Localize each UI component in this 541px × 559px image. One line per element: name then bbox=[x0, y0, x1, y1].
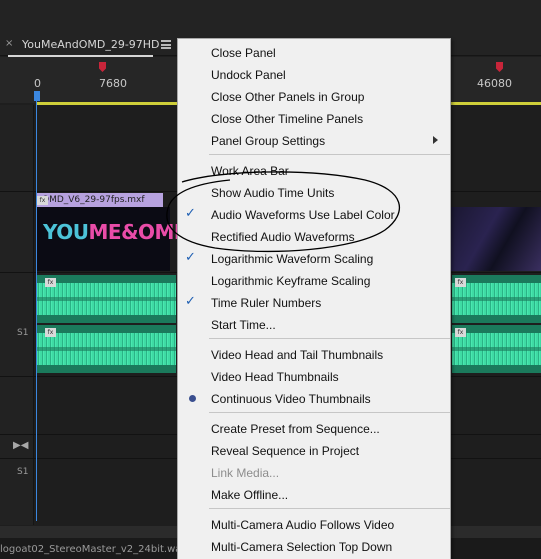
menu-item-panel-group-settings[interactable]: Panel Group Settings bbox=[178, 129, 450, 151]
fx-badge-icon: fx bbox=[45, 278, 56, 287]
playhead-handle[interactable] bbox=[34, 91, 40, 101]
menu-item-make-offline[interactable]: Make Offline... bbox=[178, 483, 450, 505]
ruler-label-0: 0 bbox=[34, 77, 41, 90]
menu-separator bbox=[209, 412, 450, 413]
audio-waveform bbox=[452, 283, 541, 315]
menu-item-label: Multi-Camera Selection Top Down bbox=[211, 540, 393, 554]
menu-item-label: Time Ruler Numbers bbox=[211, 296, 322, 310]
menu-item-label: Close Other Timeline Panels bbox=[211, 112, 364, 126]
logo-part-a: YOU bbox=[43, 220, 89, 244]
window-top-bar bbox=[0, 0, 541, 34]
menu-item-close-panel[interactable]: Close Panel bbox=[178, 41, 450, 63]
menu-separator bbox=[209, 508, 450, 509]
fx-badge-icon: fx bbox=[45, 328, 56, 337]
menu-item-video-head-and-tail-thumbnails[interactable]: Video Head and Tail Thumbnails bbox=[178, 343, 450, 365]
menu-item-label: Make Offline... bbox=[211, 488, 289, 502]
menu-item-label: Panel Group Settings bbox=[211, 134, 326, 148]
menu-item-link-media: Link Media... bbox=[178, 461, 450, 483]
track-headers bbox=[0, 105, 34, 525]
sequence-tab-title[interactable]: YouMeAndOMD_29-97HD bbox=[22, 38, 160, 52]
fx-badge-icon: fx bbox=[455, 278, 466, 287]
menu-item-time-ruler-numbers[interactable]: ✓ Time Ruler Numbers bbox=[178, 291, 450, 313]
fx-badge-icon: fx bbox=[455, 328, 466, 337]
ruler-label-2: 46080 bbox=[477, 77, 512, 90]
clip-filename-text: logoat02_StereoMaster_v2_24bit.wa bbox=[0, 544, 182, 555]
menu-item-multi-camera-selection-top-down[interactable]: Multi-Camera Selection Top Down bbox=[178, 535, 450, 557]
menu-item-label: Create Preset from Sequence... bbox=[211, 422, 380, 436]
menu-item-create-preset-from-sequence[interactable]: Create Preset from Sequence... bbox=[178, 417, 450, 439]
audio-clip[interactable] bbox=[36, 275, 176, 323]
menu-item-logarithmic-keyframe-scaling[interactable]: Logarithmic Keyframe Scaling bbox=[178, 269, 450, 291]
playhead-line bbox=[36, 101, 37, 521]
fx-badge-icon: fx bbox=[37, 196, 48, 205]
panel-context-menu: Close Panel Undock Panel Close Other Panel… bbox=[177, 38, 451, 559]
menu-item-label: Reveal Sequence in Project bbox=[211, 444, 360, 458]
menu-item-label: Link Media... bbox=[211, 466, 280, 480]
close-tab-icon[interactable]: × bbox=[5, 38, 13, 50]
annotation-scribble bbox=[166, 171, 401, 253]
menu-item-label: Close Other Panels in Group bbox=[211, 90, 365, 104]
submenu-arrow-icon bbox=[433, 136, 438, 144]
menu-item-label: Video Head Thumbnails bbox=[211, 370, 339, 384]
menu-item-start-time[interactable]: Start Time... bbox=[178, 313, 450, 335]
menu-item-multi-camera-audio-follows-video[interactable]: Multi-Camera Audio Follows Video bbox=[178, 513, 450, 535]
track-label: S1 bbox=[17, 328, 29, 338]
hamburger-menu-icon[interactable] bbox=[161, 40, 171, 49]
menu-item-label: Video Head and Tail Thumbnails bbox=[211, 348, 384, 362]
menu-item-undock-panel[interactable]: Undock Panel bbox=[178, 63, 450, 85]
menu-item-video-head-thumbnails[interactable]: Video Head Thumbnails bbox=[178, 365, 450, 387]
ruler-label-1: 7680 bbox=[99, 77, 127, 90]
audio-waveform bbox=[36, 283, 176, 315]
menu-item-close-other-timeline-panels[interactable]: Close Other Timeline Panels bbox=[178, 107, 450, 129]
audio-waveform bbox=[36, 333, 176, 365]
menu-item-close-other-panels-in-group[interactable]: Close Other Panels in Group bbox=[178, 85, 450, 107]
menu-item-label: Start Time... bbox=[211, 318, 276, 332]
menu-item-continuous-video-thumbnails[interactable]: Continuous Video Thumbnails bbox=[178, 387, 450, 409]
track-label: S1 bbox=[17, 467, 29, 477]
menu-item-label: Undock Panel bbox=[211, 68, 286, 82]
video-clip-label[interactable]: OMD_V6_29-97fps.mxf bbox=[36, 193, 163, 207]
video-clip-thumbnail-right[interactable] bbox=[450, 207, 541, 271]
radio-dot-icon bbox=[189, 395, 196, 402]
audio-waveform bbox=[452, 333, 541, 365]
menu-separator bbox=[209, 338, 450, 339]
menu-item-reveal-sequence-in-project[interactable]: Reveal Sequence in Project bbox=[178, 439, 450, 461]
audio-clip[interactable] bbox=[36, 325, 176, 373]
menu-item-label: Multi-Camera Audio Follows Video bbox=[211, 518, 395, 532]
menu-item-label: Close Panel bbox=[211, 46, 276, 60]
menu-item-label: Continuous Video Thumbnails bbox=[211, 392, 371, 406]
checkmark-icon: ✓ bbox=[185, 294, 196, 309]
menu-separator bbox=[209, 154, 450, 155]
menu-item-label: Logarithmic Keyframe Scaling bbox=[211, 274, 371, 288]
track-collapse-icon[interactable]: ▶◀ bbox=[13, 441, 28, 451]
